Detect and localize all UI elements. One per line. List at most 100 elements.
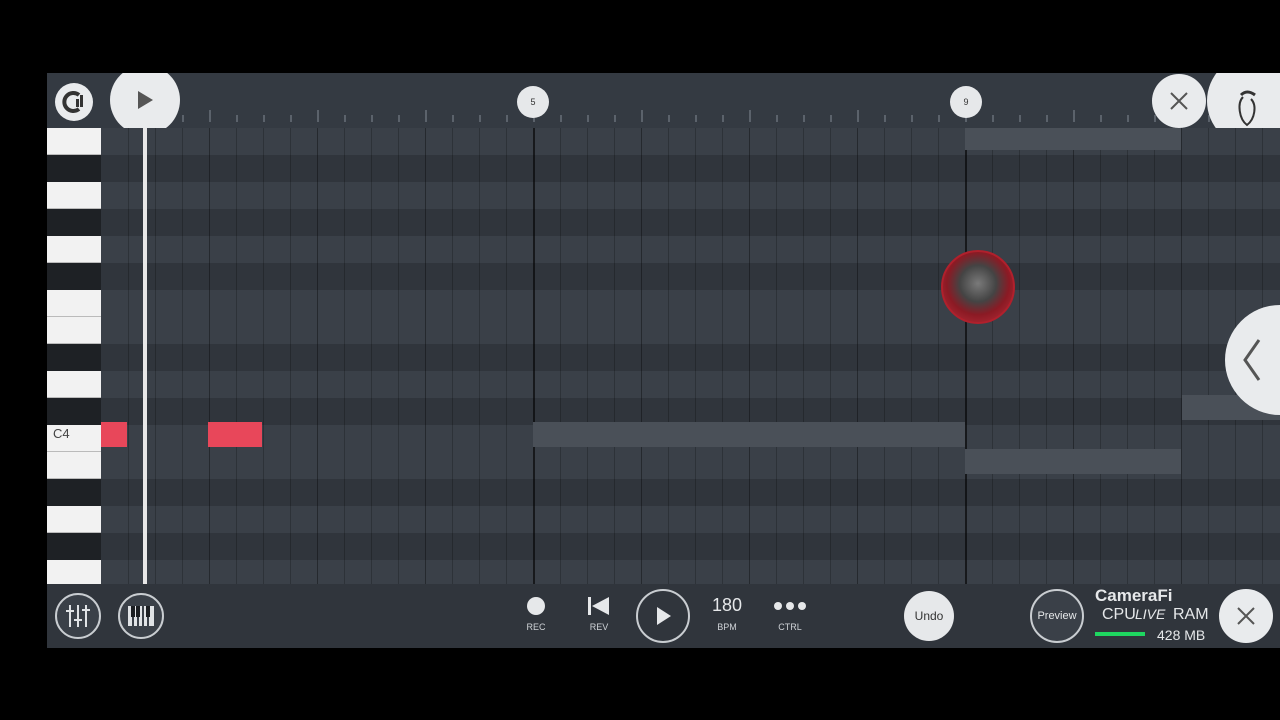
piano-button[interactable] bbox=[118, 593, 164, 639]
grid-line bbox=[965, 128, 967, 584]
grid-line bbox=[857, 128, 858, 584]
black-key[interactable] bbox=[47, 155, 101, 182]
note-c4[interactable] bbox=[208, 422, 262, 447]
close-icon bbox=[1170, 92, 1188, 110]
ruler-tick bbox=[695, 115, 697, 122]
grid-line bbox=[209, 128, 210, 584]
ruler-tick bbox=[1073, 110, 1075, 122]
grid-row bbox=[101, 344, 1280, 371]
ruler-tick bbox=[722, 115, 724, 122]
white-key[interactable] bbox=[47, 317, 101, 344]
logo-button[interactable] bbox=[55, 83, 93, 121]
cpu-label: CPU bbox=[1102, 606, 1136, 623]
grid-line bbox=[1181, 128, 1182, 584]
black-key[interactable] bbox=[47, 209, 101, 236]
white-key[interactable] bbox=[47, 236, 101, 263]
close-button-bottom[interactable] bbox=[1219, 589, 1273, 643]
grid-line bbox=[1127, 128, 1128, 584]
ghost-note bbox=[533, 422, 965, 447]
black-key[interactable] bbox=[47, 533, 101, 560]
ruler-tick bbox=[182, 115, 184, 122]
grid-row bbox=[101, 182, 1280, 209]
black-key[interactable] bbox=[47, 479, 101, 506]
mixer-button[interactable] bbox=[55, 593, 101, 639]
grid-row bbox=[101, 479, 1280, 506]
white-key[interactable] bbox=[47, 128, 101, 155]
rec-label: REC bbox=[526, 622, 546, 632]
grid-line bbox=[263, 128, 264, 584]
record-button[interactable]: REC bbox=[516, 592, 556, 638]
grid-line bbox=[371, 128, 372, 584]
ruler-tick bbox=[479, 115, 481, 122]
ram-value: 428 MB bbox=[1157, 627, 1206, 643]
preview-button[interactable]: Preview bbox=[1030, 589, 1084, 643]
playhead[interactable] bbox=[143, 128, 147, 584]
chevron-left-icon bbox=[1243, 339, 1261, 381]
ruler-tick bbox=[938, 115, 940, 122]
grid-line bbox=[614, 128, 615, 584]
play-icon bbox=[138, 91, 153, 109]
grid-line bbox=[722, 128, 723, 584]
ruler-tick bbox=[992, 115, 994, 122]
grid-line bbox=[479, 128, 480, 584]
camerafi-brand: CameraFi bbox=[1095, 586, 1173, 605]
ruler-tick bbox=[587, 115, 589, 122]
grid-row bbox=[101, 398, 1280, 425]
grid-line bbox=[992, 128, 993, 584]
black-key[interactable] bbox=[47, 398, 101, 425]
grid-line bbox=[317, 128, 318, 584]
white-key[interactable] bbox=[47, 290, 101, 317]
black-key[interactable] bbox=[47, 263, 101, 290]
play-button[interactable] bbox=[636, 589, 690, 643]
grid-line bbox=[344, 128, 345, 584]
grid-row bbox=[101, 290, 1280, 317]
black-key[interactable] bbox=[47, 344, 101, 371]
grid-line bbox=[560, 128, 561, 584]
ruler-tick bbox=[1127, 115, 1129, 122]
ruler-tick bbox=[560, 115, 562, 122]
bpm-control[interactable]: 180 BPM bbox=[703, 592, 751, 638]
grid-line bbox=[1208, 128, 1209, 584]
grid-line bbox=[452, 128, 453, 584]
fl-fruit-icon bbox=[1238, 90, 1256, 127]
piano-roll-app: 5 9 C4 REC REV 180 BPM CTRL Undo Preview… bbox=[47, 73, 1280, 648]
white-key[interactable] bbox=[47, 506, 101, 533]
ctrl-button[interactable]: CTRL bbox=[770, 592, 810, 638]
grid-line bbox=[884, 128, 885, 584]
bar-marker-5[interactable]: 5 bbox=[517, 86, 549, 118]
grid-line bbox=[1100, 128, 1101, 584]
avatar bbox=[941, 250, 1015, 324]
close-button[interactable] bbox=[1152, 74, 1206, 128]
grid-line bbox=[290, 128, 291, 584]
white-key[interactable] bbox=[47, 371, 101, 398]
piano-keyboard[interactable]: C4 bbox=[47, 128, 101, 587]
ruler-tick bbox=[425, 110, 427, 122]
ruler-tick bbox=[371, 115, 373, 122]
grid-line bbox=[155, 128, 156, 584]
grid-line bbox=[236, 128, 237, 584]
white-key[interactable] bbox=[47, 452, 101, 479]
grid-row bbox=[101, 506, 1280, 533]
ghost-note bbox=[965, 128, 1181, 150]
white-key[interactable] bbox=[47, 182, 101, 209]
record-icon bbox=[527, 597, 545, 615]
timeline-ruler[interactable] bbox=[101, 73, 1280, 128]
white-key[interactable] bbox=[47, 560, 101, 587]
bar-marker-9[interactable]: 9 bbox=[950, 86, 982, 118]
play-icon bbox=[657, 607, 671, 625]
grid-line bbox=[803, 128, 804, 584]
grid-line bbox=[182, 128, 183, 584]
grid-line bbox=[1154, 128, 1155, 584]
grid-row bbox=[101, 155, 1280, 182]
ruler-tick bbox=[830, 115, 832, 122]
camerafi-overlay: CameraFi bbox=[1095, 586, 1172, 606]
note-c4[interactable] bbox=[101, 422, 127, 447]
rewind-button[interactable]: REV bbox=[579, 592, 619, 638]
top-bar: 5 9 bbox=[47, 73, 1280, 147]
grid-line bbox=[587, 128, 588, 584]
grid-row bbox=[101, 317, 1280, 344]
cpu-meter bbox=[1095, 632, 1145, 636]
piano-roll-grid[interactable] bbox=[101, 128, 1280, 584]
undo-button[interactable]: Undo bbox=[904, 591, 954, 641]
grid-line bbox=[911, 128, 912, 584]
